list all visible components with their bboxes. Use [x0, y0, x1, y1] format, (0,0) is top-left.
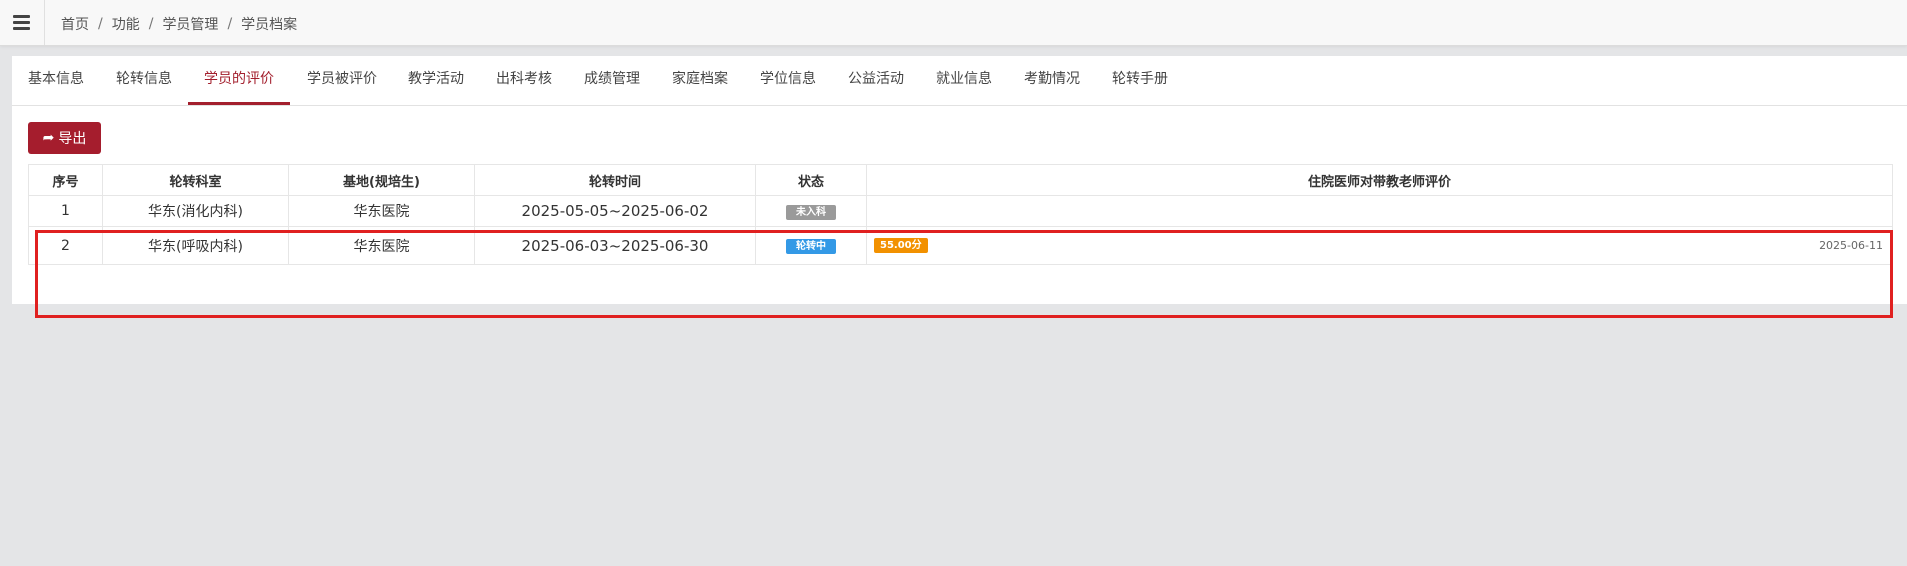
- tab-grade-management[interactable]: 成绩管理: [583, 56, 641, 105]
- breadcrumb-student-management[interactable]: 学员管理: [162, 14, 218, 34]
- tab-bar: 基本信息 轮转信息 学员的评价 学员被评价 教学活动 出科考核 成绩管理 家庭档…: [12, 56, 1907, 106]
- header-department: 轮转科室: [102, 164, 289, 196]
- tab-student-evaluated[interactable]: 学员被评价: [306, 56, 378, 105]
- main-panel: 基本信息 轮转信息 学员的评价 学员被评价 教学活动 出科考核 成绩管理 家庭档…: [12, 56, 1907, 304]
- cell-index: 1: [28, 195, 103, 227]
- tab-teaching-activities[interactable]: 教学活动: [407, 56, 465, 105]
- share-icon: ➦: [42, 130, 55, 146]
- tab-attendance[interactable]: 考勤情况: [1023, 56, 1081, 105]
- breadcrumb-separator: /: [227, 16, 233, 32]
- tab-degree-info[interactable]: 学位信息: [759, 56, 817, 105]
- breadcrumb-separator: /: [98, 16, 103, 32]
- status-badge: 轮转中: [786, 239, 836, 254]
- breadcrumb-separator: /: [148, 16, 154, 32]
- export-button-label: 导出: [58, 131, 87, 147]
- cell-index: 2: [28, 226, 103, 265]
- tab-public-welfare[interactable]: 公益活动: [847, 56, 905, 105]
- cell-base: 华东医院: [288, 195, 475, 227]
- tab-rotation-info[interactable]: 轮转信息: [115, 56, 173, 105]
- tab-student-evaluations[interactable]: 学员的评价: [188, 56, 290, 105]
- cell-rotation-period: 2025-06-03~2025-06-30: [474, 226, 756, 265]
- cell-department: 华东(消化内科): [102, 195, 289, 227]
- cell-department: 华东(呼吸内科): [102, 226, 289, 265]
- header-rotation-period: 轮转时间: [474, 164, 756, 196]
- breadcrumb-home[interactable]: 首页: [61, 14, 89, 34]
- tab-exit-exam[interactable]: 出科考核: [495, 56, 553, 105]
- evaluation-table: 序号 轮转科室 基地(规培生) 轮转时间 状态 住院医师对带教老师评价 1 华东…: [28, 164, 1893, 265]
- tab-family-archive[interactable]: 家庭档案: [671, 56, 729, 105]
- cell-teacher-evaluation: [866, 195, 1893, 227]
- table-header-row: 序号 轮转科室 基地(规培生) 轮转时间 状态 住院医师对带教老师评价: [28, 164, 1893, 196]
- table-row: 1 华东(消化内科) 华东医院 2025-05-05~2025-06-02 未入…: [28, 195, 1893, 227]
- top-bar: 首页 / 功能 / 学员管理 / 学员档案: [0, 0, 1907, 46]
- breadcrumb-function[interactable]: 功能: [112, 14, 140, 34]
- cell-status: 轮转中: [755, 226, 867, 265]
- table-row: 2 华东(呼吸内科) 华东医院 2025-06-03~2025-06-30 轮转…: [28, 226, 1893, 265]
- breadcrumb: 首页 / 功能 / 学员管理 / 学员档案: [61, 14, 297, 34]
- export-button[interactable]: ➦ 导出: [28, 122, 101, 154]
- hamburger-icon[interactable]: [0, 0, 45, 45]
- evaluation-date: 2025-06-11: [1819, 239, 1883, 252]
- cell-rotation-period: 2025-05-05~2025-06-02: [474, 195, 756, 227]
- breadcrumb-student-archive: 学员档案: [241, 17, 298, 33]
- tab-rotation-handbook[interactable]: 轮转手册: [1111, 56, 1169, 105]
- tab-basic-info[interactable]: 基本信息: [27, 56, 85, 105]
- cell-base: 华东医院: [288, 226, 475, 265]
- cell-status: 未入科: [755, 195, 867, 227]
- status-badge: 未入科: [786, 204, 836, 220]
- header-base: 基地(规培生): [288, 164, 475, 196]
- header-teacher-evaluation: 住院医师对带教老师评价: [866, 164, 1893, 196]
- cell-teacher-evaluation: 55.00分 2025-06-11: [866, 226, 1893, 265]
- score-badge[interactable]: 55.00分: [874, 238, 928, 253]
- tab-employment-info[interactable]: 就业信息: [935, 56, 993, 105]
- header-index: 序号: [28, 164, 103, 196]
- header-status: 状态: [755, 164, 867, 196]
